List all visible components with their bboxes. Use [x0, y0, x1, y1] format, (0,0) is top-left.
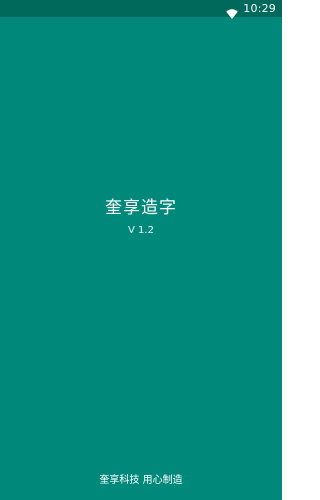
footer-slogan: 奎享科技 用心制造: [99, 475, 183, 486]
status-bar: 10:29: [0, 0, 282, 19]
wifi-icon: [226, 4, 239, 19]
splash-center: 奎享造字 V 1.2: [0, 196, 282, 238]
app-name: 奎享造字: [105, 198, 177, 218]
splash-screen: 10:29 奎享造字 V 1.2 奎享科技 用心制造: [0, 0, 282, 500]
app-version: V 1.2: [128, 225, 154, 236]
status-time: 10:29: [243, 2, 276, 15]
